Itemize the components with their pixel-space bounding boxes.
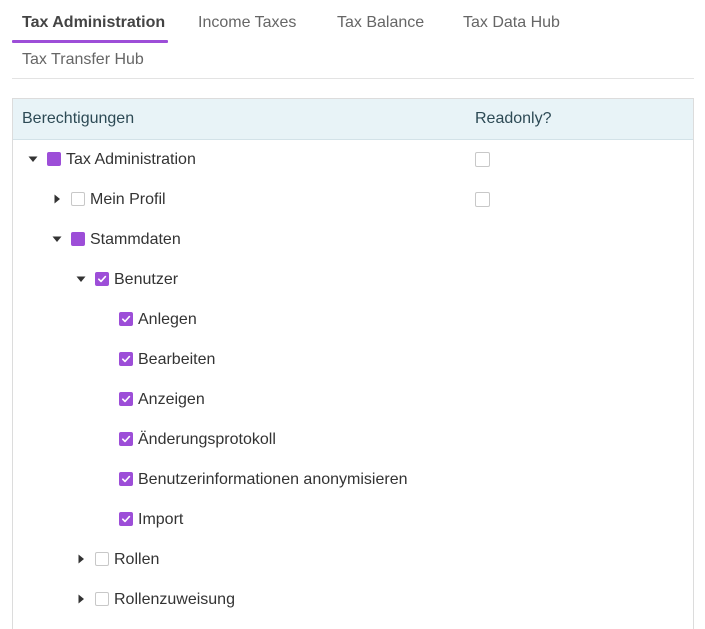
permission-tree: Berechtigungen Readonly? Tax Administrat…: [12, 98, 694, 629]
check-icon: [122, 395, 131, 403]
permission-checkbox[interactable]: [119, 352, 133, 366]
permission-checkbox[interactable]: [95, 552, 109, 566]
tab-tax-data-hub[interactable]: Tax Data Hub: [463, 14, 560, 32]
tab-income-taxes[interactable]: Income Taxes: [198, 14, 296, 32]
tree-row[interactable]: Anlegen: [13, 300, 693, 340]
permissions-column-header: Berechtigungen: [22, 110, 135, 127]
tree-row-label: Rollenzuweisung: [114, 591, 235, 608]
check-icon: [122, 315, 131, 323]
tab-tax-balance[interactable]: Tax Balance: [337, 14, 424, 32]
tree-row-label: Stammdaten: [90, 231, 181, 248]
readonly-column-header: Readonly?: [475, 110, 552, 127]
tree-row-label: Tax Administration: [66, 151, 196, 168]
caret-right-icon[interactable]: [75, 553, 87, 565]
check-icon: [122, 475, 131, 483]
tree-row[interactable]: Änderungsprotokoll: [13, 420, 693, 460]
permission-checkbox[interactable]: [119, 392, 133, 406]
permission-checkbox[interactable]: [119, 472, 133, 486]
tree-row[interactable]: Benutzer: [13, 260, 693, 300]
tree-row[interactable]: Rollen: [13, 540, 693, 580]
tab-tax-administration[interactable]: Tax Administration: [22, 14, 165, 32]
tree-row-label: Änderungsprotokoll: [138, 431, 276, 448]
tree-row-label: Benutzer: [114, 271, 179, 288]
tree-row[interactable]: Anzeigen: [13, 380, 693, 420]
tree-row-label: Import: [138, 511, 184, 528]
permission-checkbox[interactable]: [119, 312, 133, 326]
caret-down-icon[interactable]: [27, 153, 39, 165]
check-icon: [98, 275, 107, 283]
tree-row[interactable]: Tax Administration: [13, 140, 693, 180]
tree-row-label: Anlegen: [138, 311, 197, 328]
check-icon: [122, 515, 131, 523]
tab-bar: Tax Administration Income Taxes Tax Bala…: [12, 0, 694, 79]
check-icon: [122, 355, 131, 363]
tree-row[interactable]: Import: [13, 500, 693, 540]
permission-checkbox[interactable]: [119, 512, 133, 526]
permission-checkbox[interactable]: [47, 152, 61, 166]
tree-header: Berechtigungen Readonly?: [13, 99, 693, 140]
permission-checkbox[interactable]: [71, 192, 85, 206]
tab-tax-transfer-hub[interactable]: Tax Transfer Hub: [22, 51, 144, 69]
caret-down-icon[interactable]: [75, 273, 87, 285]
tree-row-label: Mein Profil: [90, 191, 166, 208]
permission-checkbox[interactable]: [119, 432, 133, 446]
tree-row[interactable]: Rollenzuweisung: [13, 580, 693, 620]
tree-row-label: Benutzerinformationen anonymisieren: [138, 471, 408, 488]
permission-checkbox[interactable]: [71, 232, 85, 246]
tree-row-label: Bearbeiten: [138, 351, 216, 368]
active-tab-indicator: [12, 40, 168, 43]
tree-row[interactable]: Benutzerinformationen anonymisieren: [13, 460, 693, 500]
tree-row[interactable]: Mein Profil: [13, 180, 693, 220]
readonly-checkbox[interactable]: [475, 152, 490, 167]
tree-row-label: Rollen: [114, 551, 160, 568]
tree-row-label: Anzeigen: [138, 391, 205, 408]
tree-row[interactable]: Stammdaten: [13, 220, 693, 260]
tree-row[interactable]: Bearbeiten: [13, 340, 693, 380]
readonly-checkbox[interactable]: [475, 192, 490, 207]
caret-down-icon[interactable]: [51, 233, 63, 245]
check-icon: [122, 435, 131, 443]
caret-right-icon[interactable]: [75, 593, 87, 605]
permission-checkbox[interactable]: [95, 592, 109, 606]
caret-right-icon[interactable]: [51, 193, 63, 205]
permission-checkbox[interactable]: [95, 272, 109, 286]
